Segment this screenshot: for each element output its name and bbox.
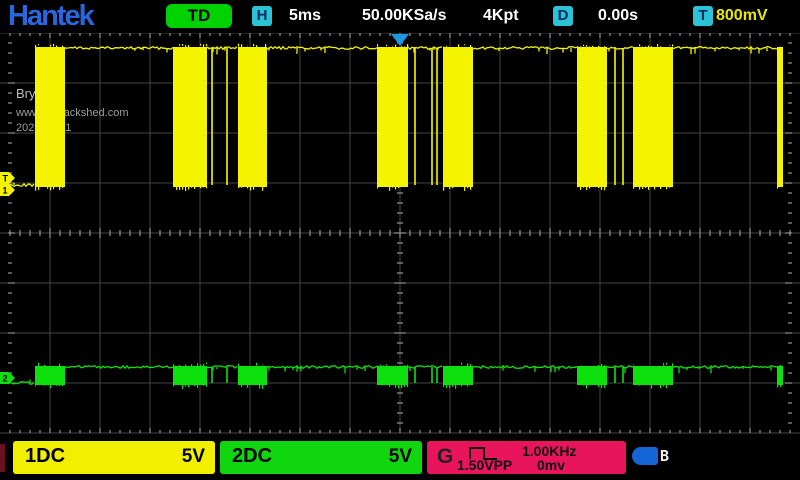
sample-rate-value: 50.00KSa/s: [362, 7, 447, 25]
memory-depth-value: 4Kpt: [483, 7, 519, 25]
scope-graticule: [0, 0, 800, 480]
status-bar: Hantek TD H 5ms 50.00KSa/s 4Kpt D 0.00s …: [0, 0, 800, 33]
usb-device-icon[interactable]: [632, 447, 658, 465]
acquisition-mode-button[interactable]: TD: [166, 4, 232, 28]
ch1-label: 1DC: [25, 445, 65, 468]
trigger-menu-icon[interactable]: T: [693, 6, 713, 26]
annotation-user: Bryan1: [16, 86, 57, 101]
generator-amplitude: 1.50VPP: [457, 457, 512, 473]
channel-bar: 1DC 5V 2DC 5V G 1.00KHz 1.50VPP 0mv B: [0, 438, 800, 480]
horizontal-menu-icon[interactable]: H: [252, 6, 272, 26]
svg-text:1: 1: [3, 186, 8, 196]
ch1-scale: 5V: [182, 446, 205, 468]
annotation-url: www.thebackshed.com: [16, 107, 129, 119]
edge-marker: [0, 444, 5, 472]
ch1-box[interactable]: 1DC 5V: [13, 441, 215, 474]
ch2-label: 2DC: [232, 445, 272, 468]
delay-menu-icon[interactable]: D: [553, 6, 573, 26]
ch2-scale: 5V: [389, 446, 412, 468]
generator-offset: 0mv: [537, 457, 565, 473]
svg-text:T: T: [3, 174, 9, 184]
horizontal-offset-value: 0.00s: [598, 7, 638, 25]
timebase-value: 5ms: [289, 7, 321, 25]
svg-text:2: 2: [3, 374, 8, 384]
trigger-level-value: 800mV: [716, 7, 768, 25]
usb-b-indicator: B: [660, 447, 669, 465]
annotation-date: 2026-03-11: [16, 122, 71, 134]
waveform-display: T 1 2: [0, 0, 800, 480]
generator-label: G: [437, 445, 453, 469]
generator-box[interactable]: G 1.00KHz 1.50VPP 0mv: [427, 441, 626, 474]
ch2-box[interactable]: 2DC 5V: [220, 441, 422, 474]
brand-logo: Hantek: [8, 0, 93, 33]
